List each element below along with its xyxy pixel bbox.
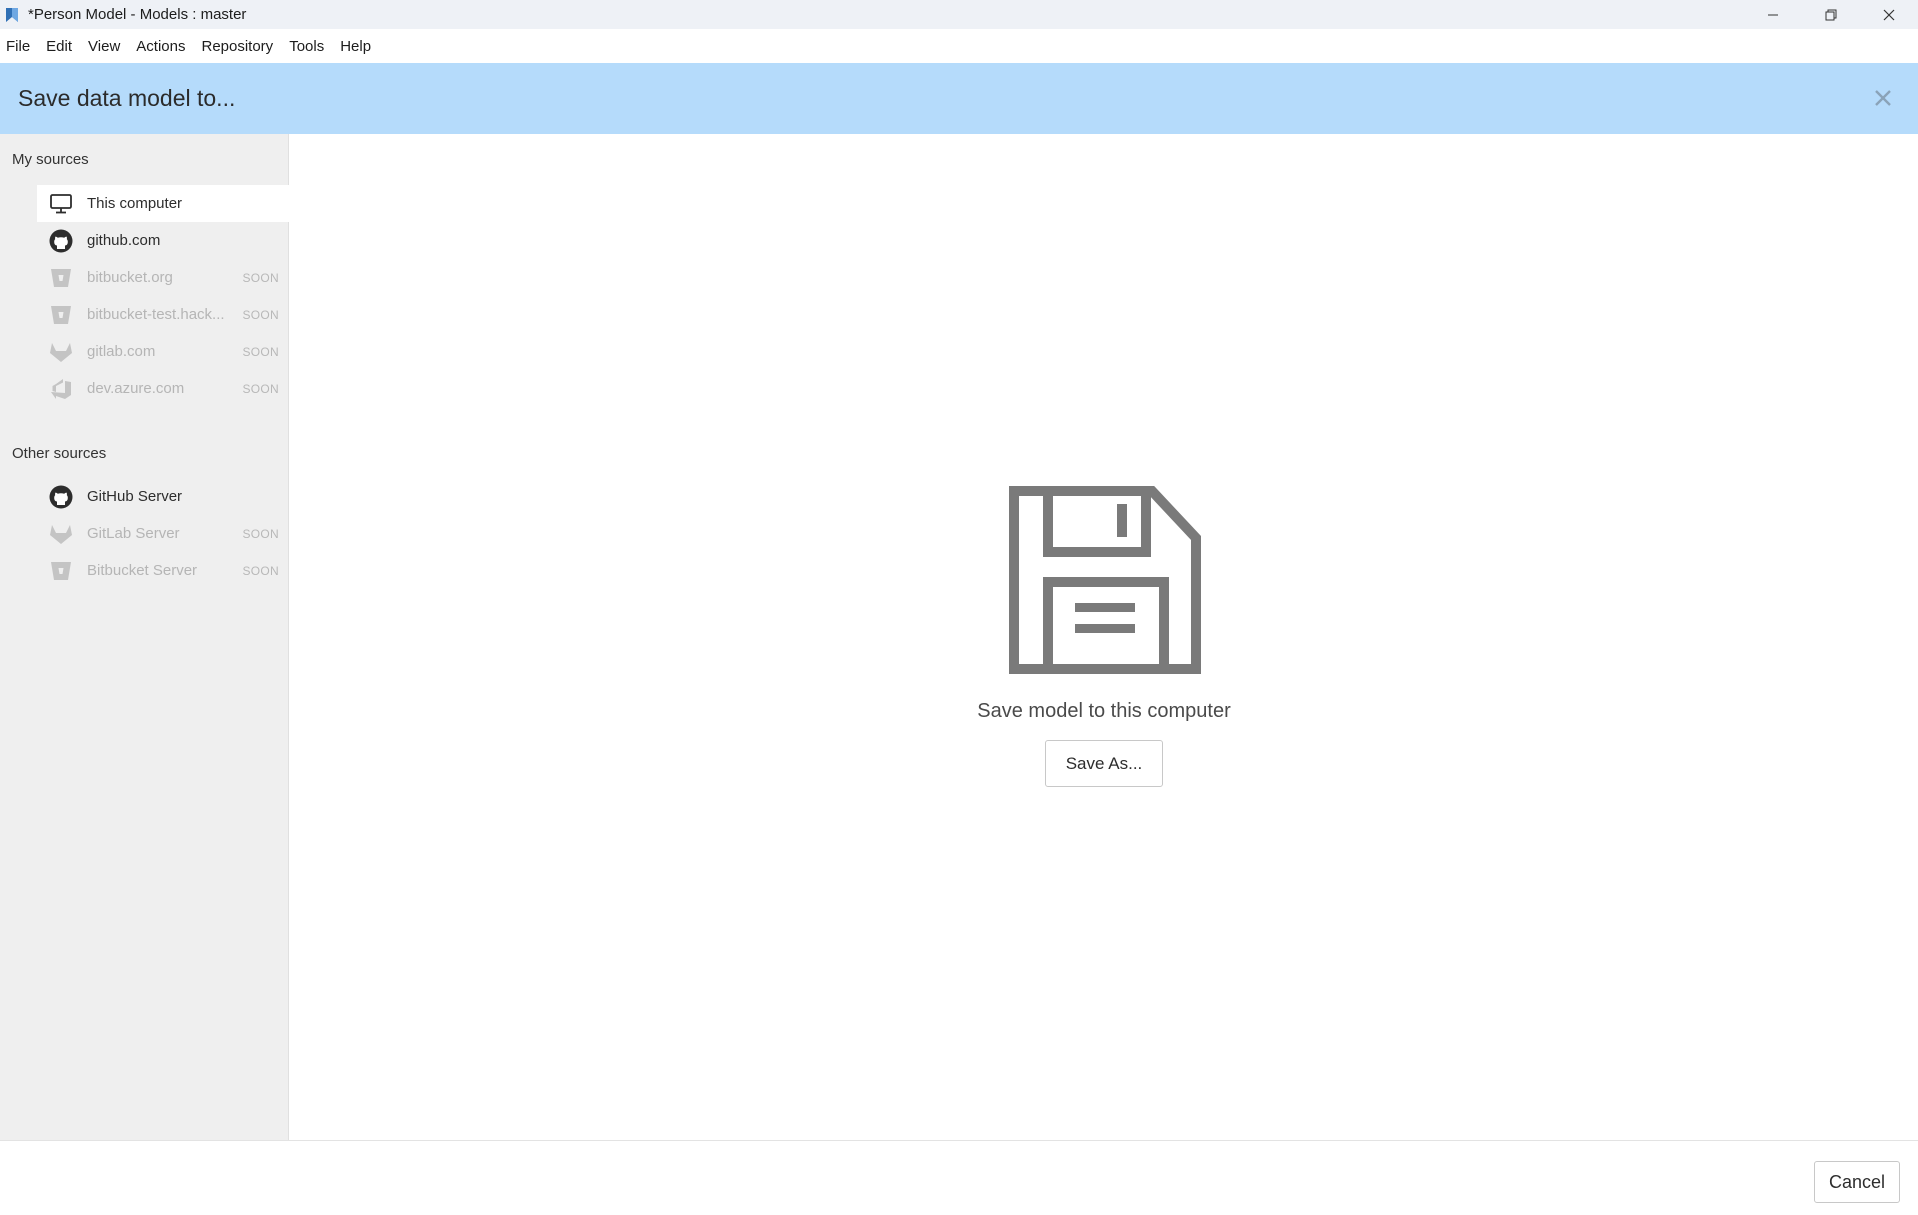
title-bar: *Person Model - Models : master [0, 0, 1918, 29]
close-window-button[interactable] [1860, 0, 1918, 29]
source-label: bitbucket.org [87, 269, 173, 286]
source-label: github.com [87, 232, 161, 249]
minimize-button[interactable] [1744, 0, 1802, 29]
source-label: bitbucket-test.hack... [87, 306, 225, 323]
source-bitbucket-server: Bitbucket Server SOON [37, 552, 289, 589]
source-label: GitHub Server [87, 488, 183, 505]
gitlab-icon [48, 339, 74, 365]
source-label: GitLab Server [87, 525, 180, 542]
other-sources-title: Other sources [12, 445, 107, 462]
window-title: *Person Model - Models : master [28, 6, 247, 23]
floppy-disk-icon [1009, 486, 1201, 674]
soon-badge: SOON [242, 381, 279, 396]
source-label: This computer [87, 195, 183, 212]
window-controls [1744, 0, 1918, 29]
save-main-panel: Save model to this computer Save As... [290, 134, 1918, 1140]
menu-help[interactable]: Help [340, 38, 371, 55]
close-icon [1883, 9, 1895, 20]
save-caption: Save model to this computer [977, 700, 1231, 722]
soon-badge: SOON [242, 563, 279, 578]
source-bitbucket-org: bitbucket.org SOON [37, 259, 289, 296]
bitbucket-icon [48, 302, 74, 328]
dialog-footer: Cancel [0, 1140, 1918, 1215]
sources-sidebar: My sources This computer github.com bitb… [0, 134, 289, 1140]
source-github-com[interactable]: github.com [37, 222, 289, 259]
soon-badge: SOON [242, 307, 279, 322]
soon-badge: SOON [242, 526, 279, 541]
dialog-close-button[interactable] [1870, 85, 1896, 111]
bitbucket-icon [48, 558, 74, 584]
bitbucket-icon [48, 265, 74, 291]
source-label: Bitbucket Server [87, 562, 198, 579]
minimize-icon [1768, 14, 1778, 15]
dialog-header: Save data model to... [0, 63, 1918, 134]
soon-badge: SOON [242, 270, 279, 285]
dialog-title: Save data model to... [18, 85, 236, 111]
app-logo-icon [6, 7, 18, 22]
menu-edit[interactable]: Edit [46, 38, 72, 55]
source-label: dev.azure.com [87, 380, 185, 397]
cancel-button[interactable]: Cancel [1814, 1161, 1900, 1203]
github-icon [48, 228, 74, 254]
save-as-button[interactable]: Save As... [1045, 740, 1163, 787]
soon-badge: SOON [242, 344, 279, 359]
source-label: gitlab.com [87, 343, 156, 360]
source-this-computer[interactable]: This computer [37, 185, 289, 222]
source-gitlab-server: GitLab Server SOON [37, 515, 289, 552]
source-github-server[interactable]: GitHub Server [37, 478, 289, 515]
monitor-icon [48, 191, 74, 217]
restore-button[interactable] [1802, 0, 1860, 29]
menu-actions[interactable]: Actions [136, 38, 185, 55]
menu-file[interactable]: File [6, 38, 30, 55]
menu-tools[interactable]: Tools [289, 38, 324, 55]
github-icon [48, 484, 74, 510]
close-icon [1875, 90, 1891, 106]
menu-repository[interactable]: Repository [201, 38, 273, 55]
my-sources-title: My sources [12, 151, 89, 168]
source-bitbucket-test: bitbucket-test.hack... SOON [37, 296, 289, 333]
azure-devops-icon [48, 376, 74, 402]
source-dev-azure-com: dev.azure.com SOON [37, 370, 289, 407]
menu-bar: File Edit View Actions Repository Tools … [0, 29, 1918, 63]
gitlab-icon [48, 521, 74, 547]
menu-view[interactable]: View [88, 38, 120, 55]
restore-icon [1825, 9, 1837, 20]
source-gitlab-com: gitlab.com SOON [37, 333, 289, 370]
